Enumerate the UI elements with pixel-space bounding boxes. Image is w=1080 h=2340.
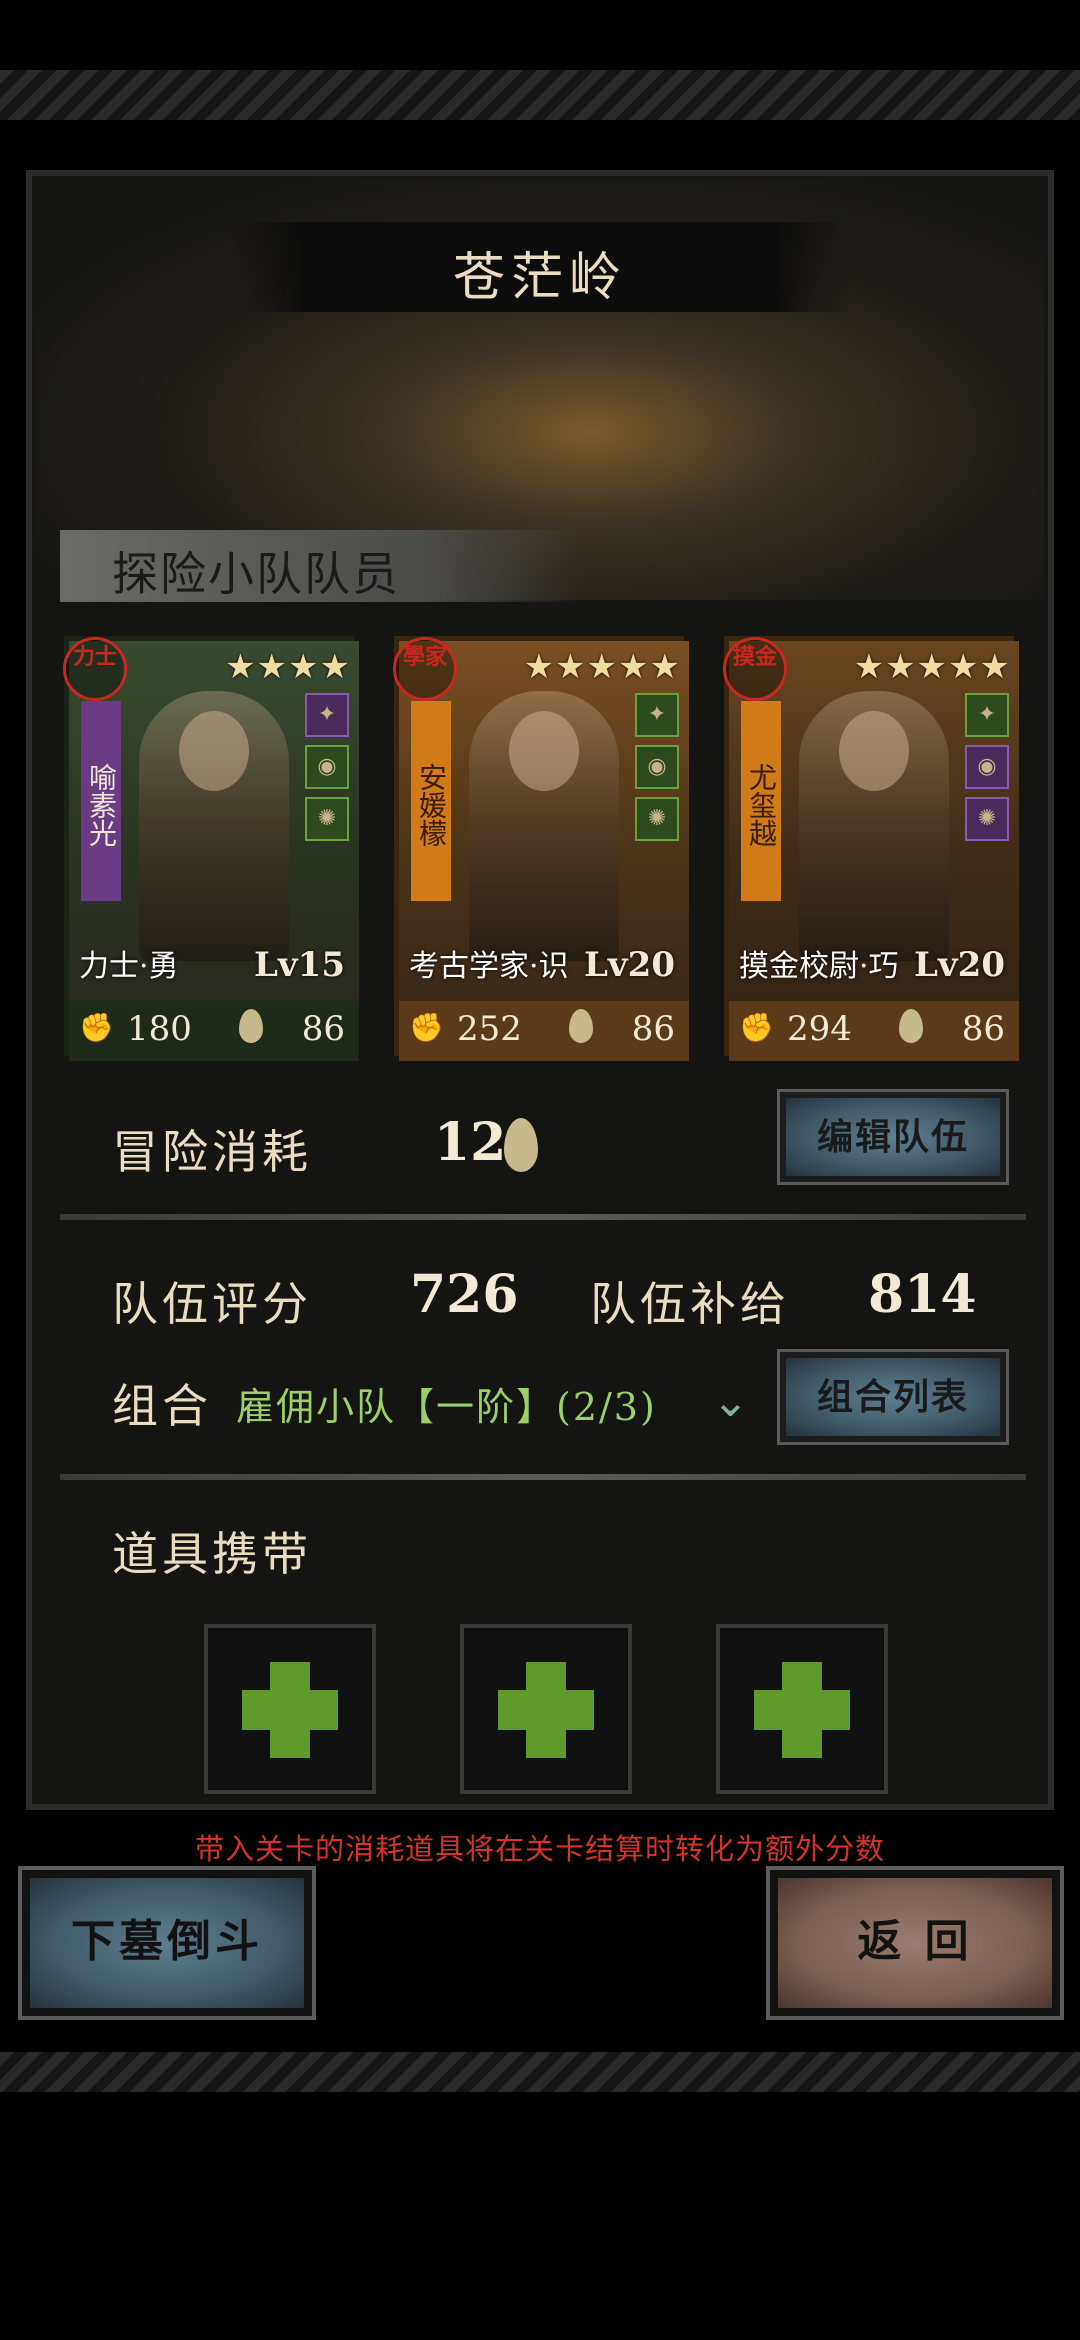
member-cost: 86 [301,1009,345,1049]
member-portrait: 摸金 尤玺越 ★★★★★ ✦ ◉ ✺ 摸金校尉·巧 Lv20 [723,637,1019,1001]
member-stats: ✊ 294 86 [729,1001,1019,1061]
chevron-down-icon[interactable]: ⌄ [712,1376,749,1427]
character-figure [469,691,619,961]
equipment-slot-icon: ✺ [635,797,679,841]
equipment-slot-icon: ✺ [965,797,1009,841]
member-card-2[interactable]: 學家 安媛檬 ★★★★★ ✦ ◉ ✺ 考古学家·识 Lv20 ✊ 252 86 [393,636,689,1061]
equipment-slot-icon: ◉ [305,745,349,789]
member-level: Lv20 [914,945,1005,985]
fist-power-icon: ✊ [79,1011,114,1044]
equipment-slot-icon: ◉ [635,745,679,789]
equipment-slot-icon: ✦ [635,693,679,737]
combo-list-button[interactable]: 组合列表 [780,1352,1006,1442]
member-cost: 86 [631,1009,675,1049]
fist-power-icon: ✊ [409,1011,444,1044]
member-card-1[interactable]: 力士 喻素光 ★★★★ ✦ ◉ ✺ 力士·勇 Lv15 ✊ 180 86 [63,636,359,1061]
party-section-label: 探险小队队员 [60,530,580,602]
team-score-label: 队伍评分 [112,1277,312,1331]
divider [60,1214,1026,1220]
star-rating: ★★★★ [225,647,351,687]
adventure-cost-label: 冒险消耗 [112,1125,312,1179]
supply-drop-icon [899,1009,923,1043]
team-score-value: 726 [410,1264,519,1325]
member-level: Lv20 [584,945,675,985]
edit-team-button[interactable]: 编辑队伍 [780,1092,1006,1182]
party-label-text: 探险小队队员 [112,547,400,601]
top-decor-band [0,70,1080,120]
items-label: 道具携带 [112,1527,312,1581]
member-power: 180 [127,1009,192,1049]
divider [60,1474,1026,1480]
class-seal-icon: 摸金 [723,637,787,701]
member-power: 294 [787,1009,852,1049]
class-seal-icon: 力士 [63,637,127,701]
item-slot-3[interactable] [716,1624,888,1794]
equipment-slot-icon: ✺ [305,797,349,841]
member-level: Lv15 [254,945,345,985]
supply-drop-icon [239,1009,263,1043]
member-stats: ✊ 180 86 [69,1001,359,1061]
star-rating: ★★★★★ [853,647,1011,687]
member-cost: 86 [961,1009,1005,1049]
fist-power-icon: ✊ [739,1011,774,1044]
member-portrait: 學家 安媛檬 ★★★★★ ✦ ◉ ✺ 考古学家·识 Lv20 [393,637,689,1001]
member-card-3[interactable]: 摸金 尤玺越 ★★★★★ ✦ ◉ ✺ 摸金校尉·巧 Lv20 ✊ 294 86 [723,636,1019,1061]
member-portrait: 力士 喻素光 ★★★★ ✦ ◉ ✺ 力士·勇 Lv15 [63,637,359,1001]
member-class-name: 考古学家·识 [409,949,569,984]
adventure-cost-value: 12 [434,1112,507,1173]
member-stats: ✊ 252 86 [399,1001,689,1061]
item-slot-1[interactable] [204,1624,376,1794]
bottom-decor-band [0,2052,1080,2092]
member-class-name: 摸金校尉·巧 [739,949,899,984]
character-figure [799,691,949,961]
character-figure [139,691,289,961]
back-button[interactable]: 返 回 [770,1870,1060,2016]
member-class-name: 力士·勇 [79,949,179,984]
equipment-slot-icon: ◉ [965,745,1009,789]
member-name: 尤玺越 [741,701,781,901]
star-rating: ★★★★★ [523,647,681,687]
item-slot-2[interactable] [460,1624,632,1794]
class-seal-icon: 學家 [393,637,457,701]
member-name: 安媛檬 [411,701,451,901]
enter-tomb-button[interactable]: 下墓倒斗 [22,1870,312,2016]
team-supply-label: 队伍补给 [590,1277,790,1331]
equipment-slot-icon: ✦ [965,693,1009,737]
team-supply-value: 814 [868,1264,977,1325]
combo-value: 雇佣小队【一阶】(2/3) [236,1385,657,1429]
member-name: 喻素光 [81,701,121,901]
member-power: 252 [457,1009,522,1049]
items-note: 带入关卡的消耗道具将在关卡结算时转化为额外分数 [194,1832,885,1866]
equipment-slot-icon: ✦ [305,693,349,737]
supply-drop-icon [569,1009,593,1043]
combo-label: 组合 [112,1379,212,1433]
stage-title: 苍茫岭 [452,248,627,308]
